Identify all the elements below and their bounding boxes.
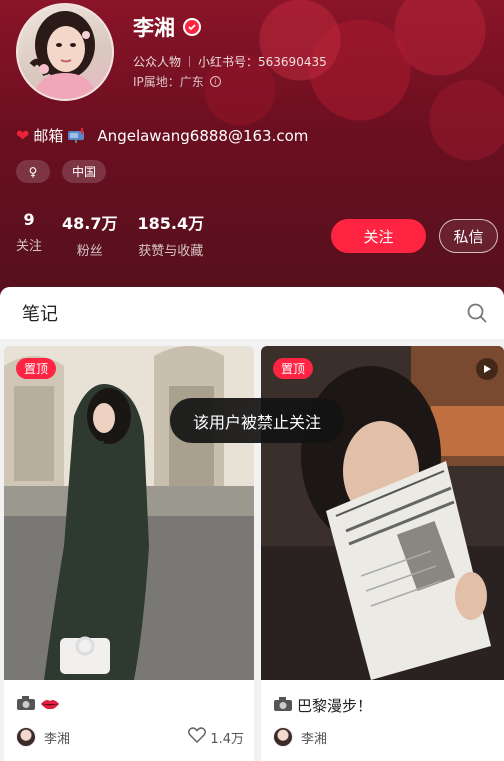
toast-message: 该用户被禁止关注 [170, 398, 344, 443]
profile-bio: ❤ 邮箱 Angelawang6888@163.com [16, 125, 308, 146]
stat-value: 185.4万 [137, 214, 205, 233]
like-count: 1.4万 [210, 731, 244, 747]
stat-value: 9 [23, 210, 35, 229]
like-button[interactable]: 1.4万 [188, 727, 244, 747]
pinned-badge: 置顶 [273, 358, 314, 379]
notes-header: 笔记 [0, 287, 504, 339]
ip-location: IP属地：广东 [133, 75, 204, 89]
profile-stats: 9 关注 48.7万 粉丝 185.4万 获赞与收藏 [16, 210, 204, 259]
profile-name: 李湘 [133, 16, 175, 40]
profile-avatar[interactable] [16, 3, 114, 101]
profile-tags: ♀ 中国 [16, 160, 107, 183]
notes-tab[interactable]: 笔记 [22, 300, 58, 326]
avatar [16, 727, 36, 747]
note-footer: 李湘 1.4万 [16, 727, 244, 747]
pinned-badge: 置顶 [16, 358, 57, 379]
info-icon[interactable]: i [209, 76, 221, 87]
camera-emoji [16, 695, 36, 715]
author-name: 李湘 [44, 731, 71, 747]
divider [189, 56, 191, 67]
camera-emoji [273, 696, 293, 716]
stat-label: 粉丝 [76, 244, 103, 259]
note-author[interactable]: 李湘 [16, 727, 70, 747]
search-icon[interactable] [466, 302, 488, 324]
avatar [273, 727, 293, 747]
verified-icon [183, 18, 201, 36]
profile-id: 小红书号：563690435 [198, 55, 327, 69]
notes-panel: 笔记 置顶 李湘 1.4万 置顶 巴黎漫步！ 李湘 [0, 287, 504, 761]
profile-header: 李湘 公众人物 小红书号：563690435 IP属地：广东 i ❤ 邮箱 An… [0, 0, 504, 300]
stat-following[interactable]: 9 关注 [16, 210, 42, 259]
stat-value: 48.7万 [62, 214, 118, 233]
region-tag: 中国 [62, 160, 107, 183]
note-cover-image[interactable]: 置顶 [261, 346, 504, 680]
stat-label: 获赞与收藏 [138, 244, 204, 259]
bio-mail-label: 邮箱 [33, 127, 64, 145]
gender-tag: ♀ [16, 160, 50, 183]
stat-likes-collections[interactable]: 185.4万 获赞与收藏 [138, 210, 205, 259]
note-footer: 李湘 [273, 727, 494, 747]
stat-followers[interactable]: 48.7万 粉丝 [62, 210, 117, 259]
note-title-text: 巴黎漫步！ [297, 697, 373, 715]
note-title: 巴黎漫步！ [273, 695, 372, 716]
name-row: 李湘 [133, 12, 201, 42]
profile-meta: 公众人物 小红书号：563690435 [133, 53, 327, 70]
note-cover-image[interactable]: 置顶 [4, 346, 254, 680]
lips-emoji [40, 696, 60, 714]
profile-category: 公众人物 [133, 55, 182, 69]
follow-button[interactable]: 关注 [331, 219, 426, 253]
message-button[interactable]: 私信 [439, 219, 498, 253]
note-author[interactable]: 李湘 [273, 727, 327, 747]
video-play-icon [476, 358, 498, 380]
author-name: 李湘 [301, 731, 328, 747]
note-title [16, 695, 64, 715]
profile-ip: IP属地：广东 i [133, 73, 221, 90]
heart-emoji: ❤ [16, 126, 30, 145]
mailbox-emoji [67, 128, 87, 143]
heart-outline-icon [188, 727, 207, 747]
stat-label: 关注 [16, 239, 43, 254]
bio-email: Angelawang6888@163.com [97, 126, 309, 145]
